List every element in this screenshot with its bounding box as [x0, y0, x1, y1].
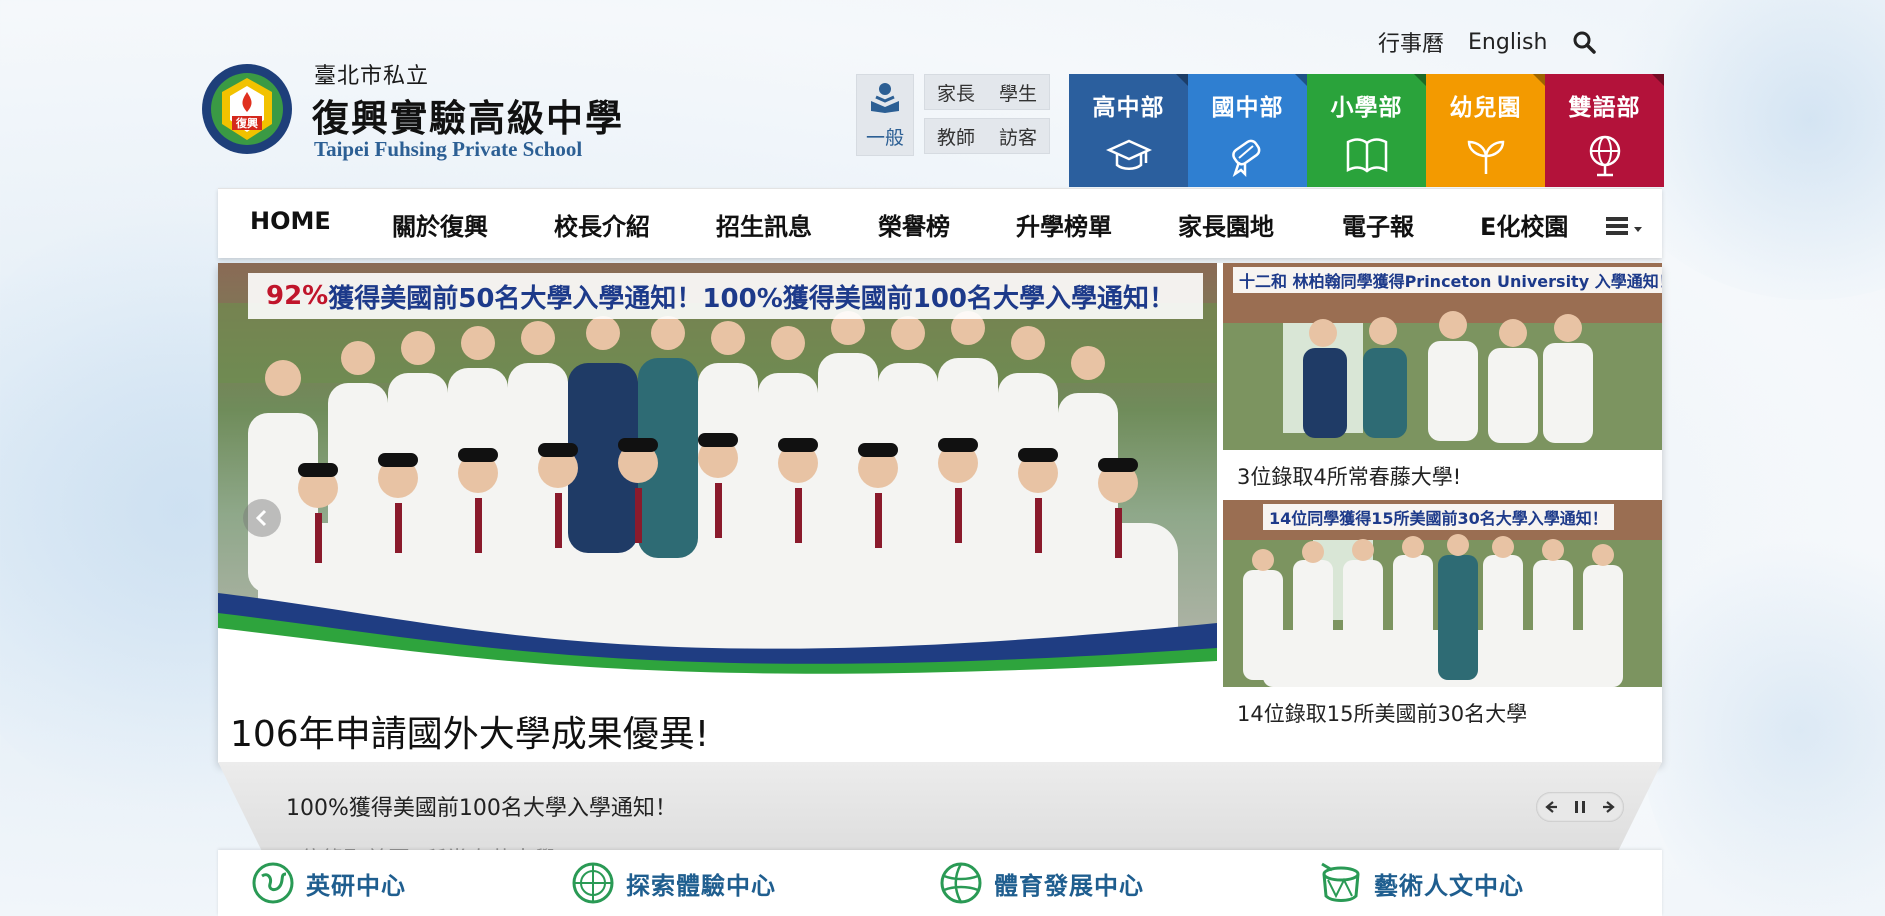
division-bilingual[interactable]: 雙語部	[1545, 74, 1664, 187]
reader-icon	[871, 83, 899, 113]
main-slide-caption-area: 106年申請國外大學成果優異!	[218, 683, 1217, 763]
book-icon	[1346, 138, 1387, 173]
ticker-prev-button[interactable]	[1540, 796, 1562, 818]
division-high-school[interactable]: 高中部	[1069, 74, 1188, 187]
division-tiles: 高中部 國中部 小學部 幼兒園 雙語部	[1069, 74, 1664, 187]
globe-leaf-icon	[252, 862, 294, 904]
globe-icon	[1589, 135, 1620, 177]
sprout-icon	[1467, 140, 1504, 174]
division-label: 高中部	[1092, 95, 1165, 121]
arrow-left-icon	[1544, 801, 1557, 813]
nav-parents[interactable]: 家長園地	[1178, 207, 1274, 242]
side-slide-1-caption[interactable]: 3位錄取4所常春藤大學!	[1237, 461, 1461, 491]
ticker-current-item[interactable]: 100%獲得美國前100名大學入學通知！	[286, 790, 677, 822]
role-student-link[interactable]: 學生	[999, 79, 1037, 106]
ball-icon	[940, 862, 982, 904]
main-slide-caption[interactable]: 106年申請國外大學成果優異!	[230, 705, 709, 757]
role-row-1: 家長 學生	[924, 74, 1050, 110]
center-label: 體育發展中心	[994, 871, 1144, 900]
role-teacher-link[interactable]: 教師	[937, 123, 975, 150]
banner-text: 獲得美國前50名大學入學通知！100%獲得美國前100名大學入學通知！	[328, 283, 1176, 314]
nav-home[interactable]: HOME	[250, 207, 331, 235]
side-slide-2-strip: 14位同學獲得15所美國前30名大學入學通知！	[1263, 504, 1614, 530]
center-exploration[interactable]: 探索體驗中心	[570, 860, 776, 906]
nav-about[interactable]: 關於復興	[392, 207, 488, 242]
role-visitor-link[interactable]: 訪客	[999, 123, 1037, 150]
chevron-left-icon	[255, 509, 267, 527]
drum-icon	[1321, 862, 1360, 902]
nav-results[interactable]: 升學榜單	[1016, 207, 1112, 242]
diploma-icon	[1231, 139, 1260, 178]
division-label: 幼兒園	[1449, 95, 1522, 121]
banner-percent: 92%	[266, 281, 329, 311]
calendar-link[interactable]: 行事曆	[1378, 26, 1444, 58]
center-label: 英研中心	[306, 871, 406, 900]
division-label: 小學部	[1330, 95, 1403, 121]
nav-honors[interactable]: 榮譽榜	[878, 207, 950, 242]
group-photo-image	[218, 263, 1217, 683]
division-elementary[interactable]: 小學部	[1307, 74, 1426, 187]
division-label: 國中部	[1211, 95, 1284, 121]
nav-ecampus[interactable]: E化校園	[1480, 207, 1568, 242]
side-slide-1-photo: 十二和 林柏翰同學獲得Princeton University 入學通知！	[1223, 263, 1662, 450]
side-slide-2-photo: 14位同學獲得15所美國前30名大學入學通知！	[1223, 500, 1662, 687]
role-row-2: 教師 訪客	[924, 118, 1050, 154]
school-name-en: Taipei Fuhsing Private School	[314, 137, 583, 161]
nav-admissions[interactable]: 招生訊息	[716, 207, 812, 242]
main-slide-photo[interactable]: 92% 獲得美國前50名大學入學通知！100%獲得美國前100名大學入學通知！	[218, 263, 1217, 683]
ticker-pause-button[interactable]	[1569, 796, 1591, 818]
role-general-label: 一般	[865, 127, 904, 149]
ticker-next-button[interactable]	[1598, 796, 1620, 818]
center-arts-humanities[interactable]: 藝術人文中心	[1318, 860, 1524, 906]
nav-newsletter[interactable]: 電子報	[1342, 207, 1414, 242]
center-label: 藝術人文中心	[1374, 871, 1524, 900]
center-label: 探索體驗中心	[626, 871, 776, 900]
center-english-research[interactable]: 英研中心	[250, 860, 406, 906]
side-slide-2[interactable]: 14位同學獲得15所美國前30名大學入學通知！ 14位錄取15所美國前30名大學	[1223, 500, 1662, 750]
division-junior-high[interactable]: 國中部	[1188, 74, 1307, 187]
side-slide-1[interactable]: 十二和 林柏翰同學獲得Princeton University 入學通知！ 3位…	[1223, 263, 1662, 489]
graduation-cap-icon	[1105, 139, 1152, 170]
ticker-controls	[1536, 792, 1624, 822]
side-slide-1-strip: 十二和 林柏翰同學獲得Princeton University 入學通知！	[1233, 267, 1662, 293]
main-slide-banner: 92% 獲得美國前50名大學入學通知！100%獲得美國前100名大學入學通知！	[248, 273, 1203, 319]
school-logo[interactable]: 復興	[200, 62, 294, 156]
division-label: 雙語部	[1568, 95, 1641, 121]
centers-bar: 英研中心 探索體驗中心 體育發展中心 藝術人文中心	[218, 850, 1662, 916]
logo-text: 復興	[235, 116, 258, 130]
division-kindergarten[interactable]: 幼兒園	[1426, 74, 1545, 187]
school-name[interactable]: 復興實驗高級中學	[312, 88, 624, 142]
nav-principal[interactable]: 校長介紹	[554, 207, 650, 242]
pause-icon	[1574, 801, 1585, 813]
top-links: 行事曆 English	[1378, 26, 1597, 58]
role-parent-link[interactable]: 家長	[937, 79, 975, 106]
compass-globe-icon	[572, 862, 614, 904]
english-link[interactable]: English	[1468, 30, 1547, 55]
main-nav: HOME 關於復興 校長介紹 招生訊息 榮譽榜 升學榜單 家長園地 電子報 E化…	[218, 188, 1662, 258]
side-slide-2-caption[interactable]: 14位錄取15所美國前30名大學	[1237, 698, 1527, 728]
slider-prev-button[interactable]	[243, 499, 281, 537]
role-general-button[interactable]: 一般	[856, 74, 914, 156]
news-slider: 92% 獲得美國前50名大學入學通知！100%獲得美國前100名大學入學通知！ …	[218, 263, 1662, 763]
arrow-right-icon	[1603, 801, 1616, 813]
school-prefix: 臺北市私立	[314, 64, 430, 89]
hamburger-menu-icon[interactable]	[1606, 215, 1646, 237]
search-icon[interactable]	[1571, 29, 1597, 55]
center-sports[interactable]: 體育發展中心	[938, 860, 1144, 906]
